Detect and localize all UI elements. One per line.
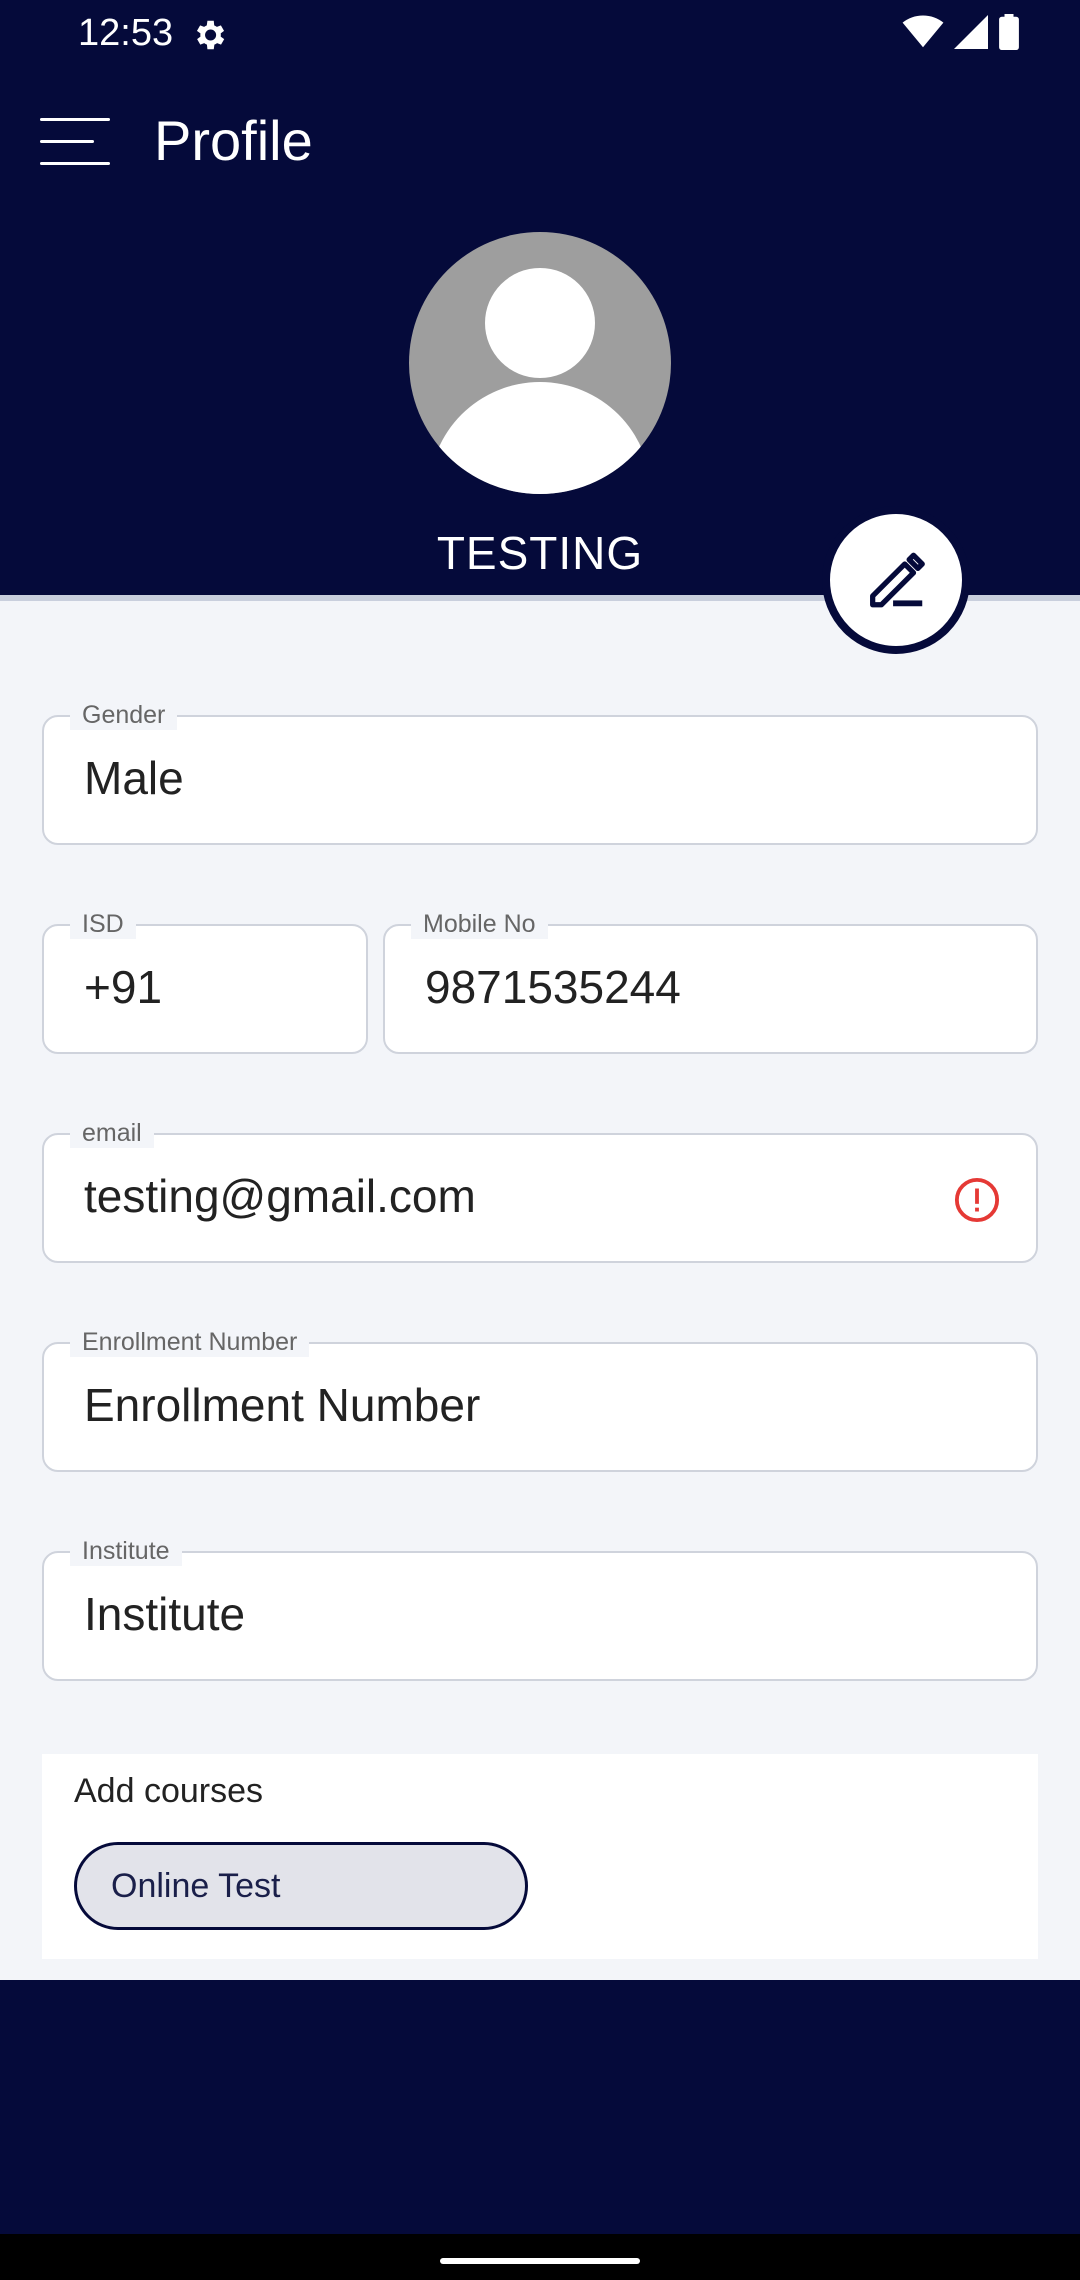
isd-field[interactable]: ISD +91	[42, 910, 368, 1054]
app-bar: Profile	[0, 90, 1080, 200]
error-icon	[954, 1177, 1000, 1223]
settings-icon	[196, 20, 225, 50]
gender-field[interactable]: Gender Male	[42, 701, 1038, 845]
pencil-icon	[870, 552, 925, 608]
course-chip-label: Online Test	[111, 1867, 281, 1905]
mobile-value: 9871535244	[425, 961, 681, 1013]
status-bar: 12:53	[0, 0, 1080, 70]
email-value: testing@gmail.com	[84, 1170, 476, 1222]
institute-field[interactable]: Institute Institute	[42, 1537, 1038, 1681]
enrollment-number-field[interactable]: Enrollment Number Enrollment Number	[42, 1328, 1038, 1472]
enrollment-label: Enrollment Number	[70, 1328, 310, 1357]
email-field[interactable]: email testing@gmail.com	[42, 1119, 1038, 1263]
wifi-icon	[902, 15, 944, 48]
courses-section: Add courses Online Test	[42, 1754, 1038, 1959]
mobile-label: Mobile No	[411, 910, 548, 939]
status-icons	[902, 14, 1020, 50]
institute-label: Institute	[70, 1537, 182, 1566]
isd-label: ISD	[70, 910, 136, 939]
system-nav-bar	[0, 2234, 1080, 2280]
status-time: 12:53	[78, 12, 174, 54]
institute-value: Institute	[84, 1588, 246, 1640]
battery-icon	[999, 14, 1019, 50]
enrollment-value: Enrollment Number	[84, 1379, 481, 1431]
courses-title: Add courses	[74, 1772, 263, 1810]
gender-label: Gender	[70, 701, 178, 730]
isd-value: +91	[84, 961, 163, 1013]
gender-value: Male	[84, 752, 184, 804]
mobile-field[interactable]: Mobile No 9871535244	[383, 910, 1038, 1054]
course-chip[interactable]: Online Test	[74, 1842, 528, 1930]
menu-icon[interactable]	[40, 118, 116, 170]
home-gesture-handle[interactable]	[440, 2258, 640, 2264]
signal-icon	[954, 15, 988, 49]
avatar-placeholder-icon	[409, 232, 671, 494]
edit-profile-button[interactable]	[822, 506, 970, 654]
email-label: email	[70, 1119, 154, 1148]
page-title: Profile	[154, 109, 313, 172]
profile-screen: 12:53 Profile TESTING Gender Male ISD +9…	[0, 0, 1080, 2280]
